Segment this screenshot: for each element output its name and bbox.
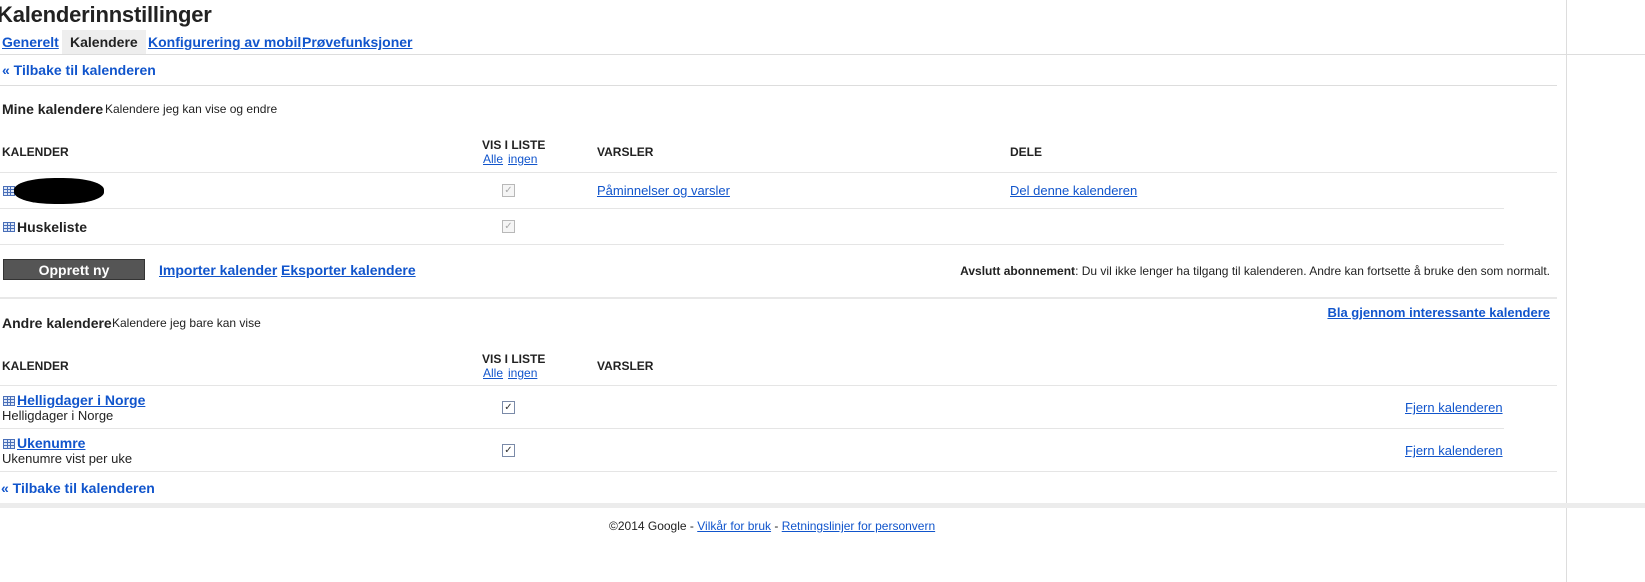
show-in-list-checkbox[interactable]: ✓ [502,220,515,233]
col-show-in-list: VIS I LISTE [482,352,546,366]
share-calendar-link[interactable]: Del denne kalenderen [1010,183,1137,198]
notifications-link[interactable]: Påminnelser og varsler [597,183,730,198]
row-divider [0,471,1557,472]
col-calendar: KALENDER [2,359,69,373]
footer-separator: - [771,519,782,533]
select-all-link[interactable]: Alle [483,152,503,166]
create-calendar-button[interactable]: Opprett ny kalender [3,259,145,297]
unsubscribe-label: Avslutt abonnement [960,264,1076,278]
export-calendars-link[interactable]: Eksporter kalendere [281,262,416,278]
row-divider [0,172,1557,173]
redacted-calendar-name [14,178,104,204]
privacy-link[interactable]: Retningslinjer for personvern [782,519,935,533]
row-divider [0,428,1504,429]
my-calendars-title: Mine kalendere [2,101,104,117]
select-none-link[interactable]: ingen [508,366,537,380]
row-divider [0,244,1504,245]
col-calendar: KALENDER [2,145,69,159]
col-show-in-list: VIS I LISTE [482,138,546,152]
select-all-link[interactable]: Alle [483,366,503,380]
back-to-calendar-link-top[interactable]: « Tilbake til kalenderen [2,62,156,78]
window-edge [1566,0,1567,582]
show-in-list-checkbox[interactable]: ✓ [502,444,515,457]
remove-calendar-link[interactable]: Fjern kalenderen [1405,400,1503,415]
calendar-icon [3,439,15,449]
calendar-icon [3,222,15,232]
page-title: Kalenderinnstillinger [0,2,212,27]
calendar-link-week-numbers[interactable]: Ukenumre [17,435,85,451]
other-calendars-title: Andre kalendere [2,315,112,331]
other-calendars-subtitle: Kalendere jeg bare kan vise [112,316,261,330]
calendar-name-huskeliste[interactable]: Huskeliste [17,219,87,235]
calendar-description: Helligdager i Norge [2,408,114,423]
row-divider [0,208,1504,209]
col-share: DELE [1010,145,1043,159]
back-to-calendar-link-bottom[interactable]: « Tilbake til kalenderen [1,480,155,496]
show-in-list-checkbox[interactable]: ✓ [502,184,515,197]
divider [0,297,1557,299]
calendar-link-holidays[interactable]: Helligdager i Norge [17,392,145,408]
terms-link[interactable]: Vilkår for bruk [697,519,771,533]
tab-mobile-config[interactable]: Konfigurering av mobil [148,34,301,50]
footer-divider [0,503,1645,508]
copyright-text: ©2014 Google - [609,519,698,533]
row-divider [0,385,1557,386]
tab-kalendere[interactable]: Kalendere [62,30,146,54]
my-calendars-subtitle: Kalendere jeg kan vise og endre [105,102,278,116]
tab-generelt[interactable]: Generelt [2,34,59,50]
calendar-description: Ukenumre vist per uke [2,451,133,466]
browse-calendars-link[interactable]: Bla gjennom interessante kalendere [1327,305,1550,320]
calendar-icon [3,396,15,406]
col-notifications: VARSLER [597,359,654,373]
remove-calendar-link[interactable]: Fjern kalenderen [1405,443,1503,458]
import-calendar-link[interactable]: Importer kalender [159,262,277,278]
show-in-list-checkbox[interactable]: ✓ [502,401,515,414]
unsubscribe-info: Avslutt abonnement: Du vil ikke lenger h… [960,264,1550,278]
settings-tabs: Generelt Kalendere Konfigurering av mobi… [0,30,1645,55]
select-none-link[interactable]: ingen [508,152,537,166]
col-notifications: VARSLER [597,145,654,159]
unsubscribe-text: : Du vil ikke lenger ha tilgang til kale… [1075,264,1550,278]
tab-labs[interactable]: Prøvefunksjoner [302,34,412,50]
divider [0,85,1557,86]
